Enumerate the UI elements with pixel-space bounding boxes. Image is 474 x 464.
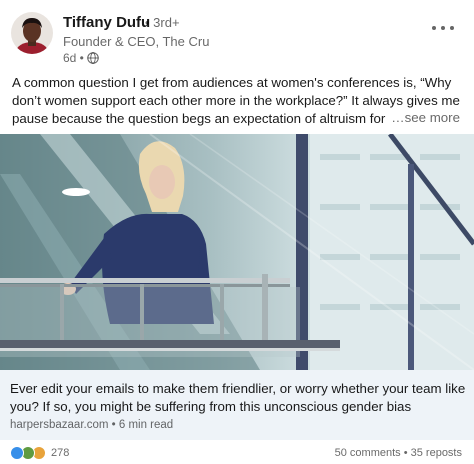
feed-post: Tiffany Dufu • 3rd+ Founder & CEO, The C… bbox=[0, 0, 474, 464]
globe-icon bbox=[87, 52, 99, 64]
reaction-count: 278 bbox=[51, 447, 70, 459]
post-time: 6d • bbox=[63, 51, 84, 65]
article-image[interactable] bbox=[0, 134, 474, 370]
counts-separator: • bbox=[400, 447, 411, 459]
article-title: Ever edit your emails to make them frien… bbox=[10, 381, 466, 414]
author-avatar[interactable] bbox=[11, 12, 53, 54]
author-headline: Founder & CEO, The Cru bbox=[63, 34, 210, 49]
author-name[interactable]: Tiffany Dufu bbox=[63, 14, 150, 31]
comments-count[interactable]: 50 comments bbox=[335, 447, 401, 459]
see-more-button[interactable]: …see more bbox=[389, 110, 460, 125]
more-options-icon[interactable] bbox=[432, 22, 454, 34]
avatar-photo bbox=[11, 12, 53, 54]
article-photo bbox=[0, 134, 474, 370]
connection-degree: • 3rd+ bbox=[145, 15, 180, 30]
article-source: harpersbazaar.com • 6 min read bbox=[10, 419, 174, 431]
reposts-count[interactable]: 35 reposts bbox=[411, 447, 462, 459]
post-meta: 6d • bbox=[63, 51, 99, 65]
reactions-summary[interactable]: 278 bbox=[10, 446, 69, 460]
article-link-card[interactable]: Ever edit your emails to make them frien… bbox=[0, 370, 474, 440]
social-counts: 50 comments • 35 reposts bbox=[335, 447, 462, 459]
like-icon bbox=[10, 446, 24, 460]
